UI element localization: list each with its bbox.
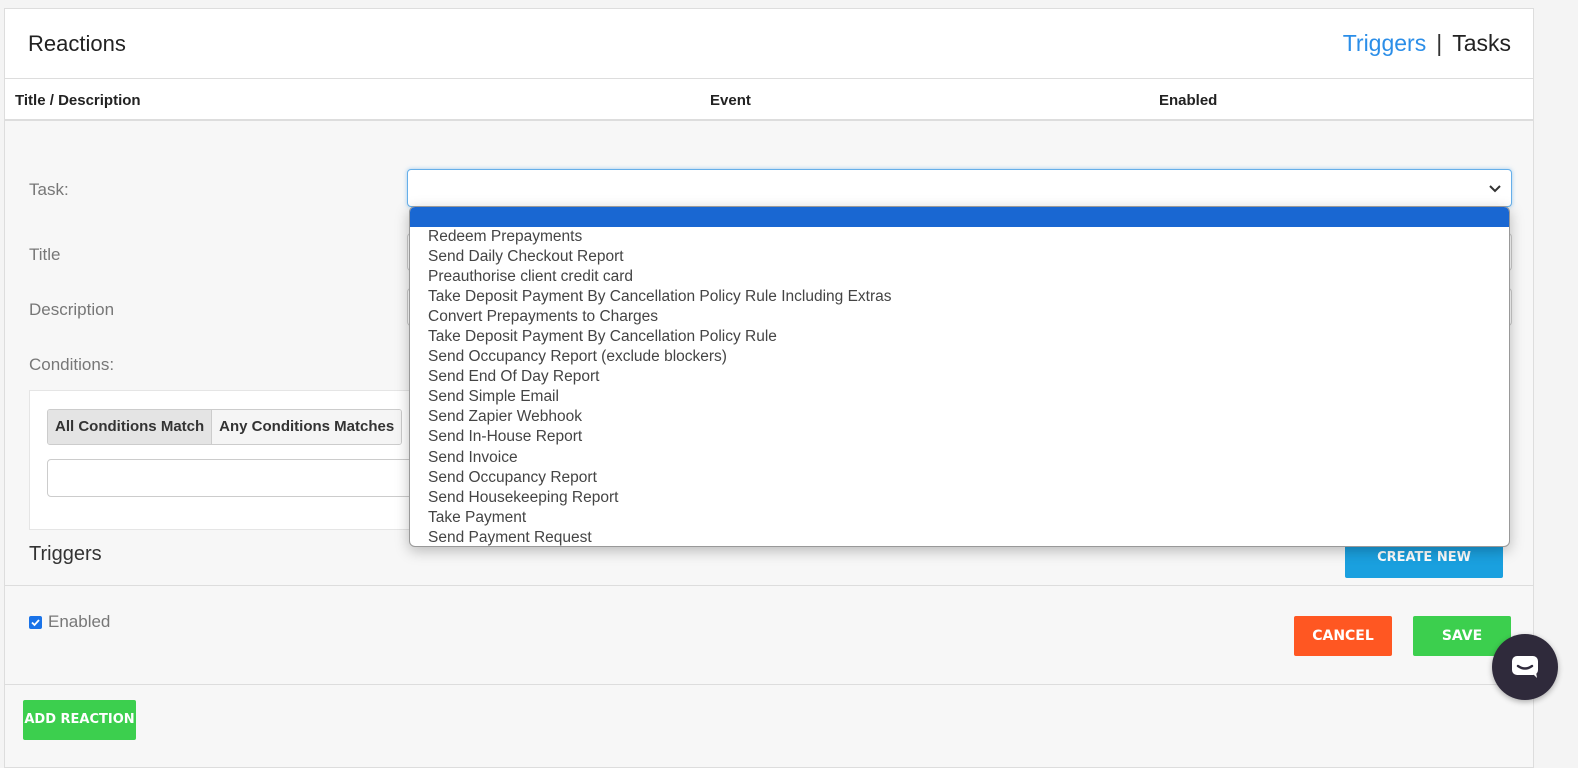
dropdown-option[interactable]: Send Daily Checkout Report: [410, 247, 1509, 267]
page-title: Reactions: [28, 31, 126, 56]
conditions-label: Conditions:: [29, 355, 115, 374]
dropdown-option[interactable]: Preauthorise client credit card: [410, 267, 1509, 287]
chat-widget-button[interactable]: [1492, 634, 1558, 700]
description-label: Description: [29, 300, 115, 319]
dropdown-option[interactable]: Send Housekeeping Report: [410, 488, 1509, 508]
triggers-section-label: Triggers: [29, 543, 102, 565]
task-label: Task:: [29, 180, 69, 199]
dropdown-option[interactable]: Send In-House Report: [410, 427, 1509, 447]
add-reaction-button[interactable]: ADD REACTION: [23, 700, 136, 740]
dropdown-option[interactable]: Take Deposit Payment By Cancellation Pol…: [410, 287, 1509, 307]
enabled-label: Enabled: [48, 612, 111, 631]
dropdown-option[interactable]: Send Invoice: [410, 448, 1509, 468]
form-footer: Enabled CANCEL SAVE: [5, 585, 1533, 685]
column-enabled[interactable]: Enabled: [1159, 92, 1217, 109]
dropdown-option[interactable]: Send Simple Email: [410, 387, 1509, 407]
cancel-button[interactable]: CANCEL: [1294, 616, 1392, 656]
tasks-link[interactable]: Tasks: [1452, 30, 1511, 56]
dropdown-option[interactable]: Send Occupancy Report: [410, 468, 1509, 488]
dropdown-options-list: Redeem Prepayments Send Daily Checkout Re…: [410, 227, 1509, 546]
panel-header: Reactions Triggers | Tasks: [5, 9, 1533, 79]
dropdown-option[interactable]: Redeem Prepayments: [410, 227, 1509, 247]
check-icon: [31, 618, 40, 626]
chevron-down-icon: [1489, 185, 1501, 193]
all-conditions-match-button[interactable]: All Conditions Match: [48, 410, 213, 444]
dropdown-option[interactable]: Send Zapier Webhook: [410, 407, 1509, 427]
dropdown-option-blank-selected[interactable]: [410, 207, 1509, 227]
dropdown-option[interactable]: Send Occupancy Report (exclude blockers): [410, 347, 1509, 367]
nav-separator: |: [1436, 30, 1443, 56]
column-event[interactable]: Event: [710, 92, 751, 109]
header-nav: Triggers | Tasks: [1343, 30, 1511, 57]
title-label: Title: [29, 245, 61, 264]
any-conditions-matches-button[interactable]: Any Conditions Matches: [212, 410, 402, 444]
dropdown-option[interactable]: Take Payment: [410, 508, 1509, 528]
triggers-link[interactable]: Triggers: [1343, 30, 1427, 56]
dropdown-option[interactable]: Take Deposit Payment By Cancellation Pol…: [410, 327, 1509, 347]
task-options-dropdown: Redeem Prepayments Send Daily Checkout Re…: [409, 206, 1510, 547]
dropdown-option[interactable]: Send Payment Request: [410, 528, 1509, 546]
dropdown-option[interactable]: Send End Of Day Report: [410, 367, 1509, 387]
chat-icon: [1512, 656, 1538, 678]
task-select[interactable]: [407, 169, 1512, 207]
dropdown-option[interactable]: Convert Prepayments to Charges: [410, 307, 1509, 327]
enabled-checkbox[interactable]: [29, 615, 42, 629]
reactions-table-header: Title / Description Event Enabled: [5, 79, 1533, 121]
condition-match-toggle: All Conditions Match Any Conditions Matc…: [47, 409, 403, 445]
column-title-description[interactable]: Title / Description: [15, 92, 141, 109]
enabled-toggle: Enabled: [29, 612, 110, 632]
